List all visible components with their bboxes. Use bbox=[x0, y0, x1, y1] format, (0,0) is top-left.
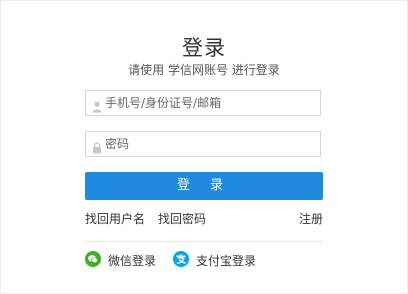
login-button[interactable]: 登 录 bbox=[85, 172, 323, 200]
account-links: 找回用户名 找回密码 注册 bbox=[85, 210, 323, 226]
wechat-icon bbox=[85, 251, 101, 267]
page-title: 登录 bbox=[182, 36, 226, 60]
username-field-box bbox=[85, 90, 321, 116]
register-link[interactable]: 注册 bbox=[299, 210, 323, 227]
password-field-box bbox=[85, 131, 321, 157]
lock-icon bbox=[92, 139, 102, 154]
username-input[interactable] bbox=[105, 91, 315, 115]
forgot-username-link[interactable]: 找回用户名 bbox=[85, 210, 145, 227]
password-input[interactable] bbox=[105, 132, 315, 156]
login-panel: 登录 请使用 学信网账号 进行登录 登 录 找回用户名 找回密码 注册 bbox=[0, 0, 408, 294]
divider bbox=[85, 241, 323, 242]
login-subtitle: 请使用 学信网账号 进行登录 bbox=[128, 63, 280, 77]
alipay-login-label: 支付宝登录 bbox=[196, 254, 257, 268]
alipay-icon bbox=[173, 251, 189, 267]
forgot-password-link[interactable]: 找回密码 bbox=[158, 210, 206, 227]
user-icon bbox=[92, 98, 102, 113]
wechat-login-label: 微信登录 bbox=[108, 254, 157, 268]
